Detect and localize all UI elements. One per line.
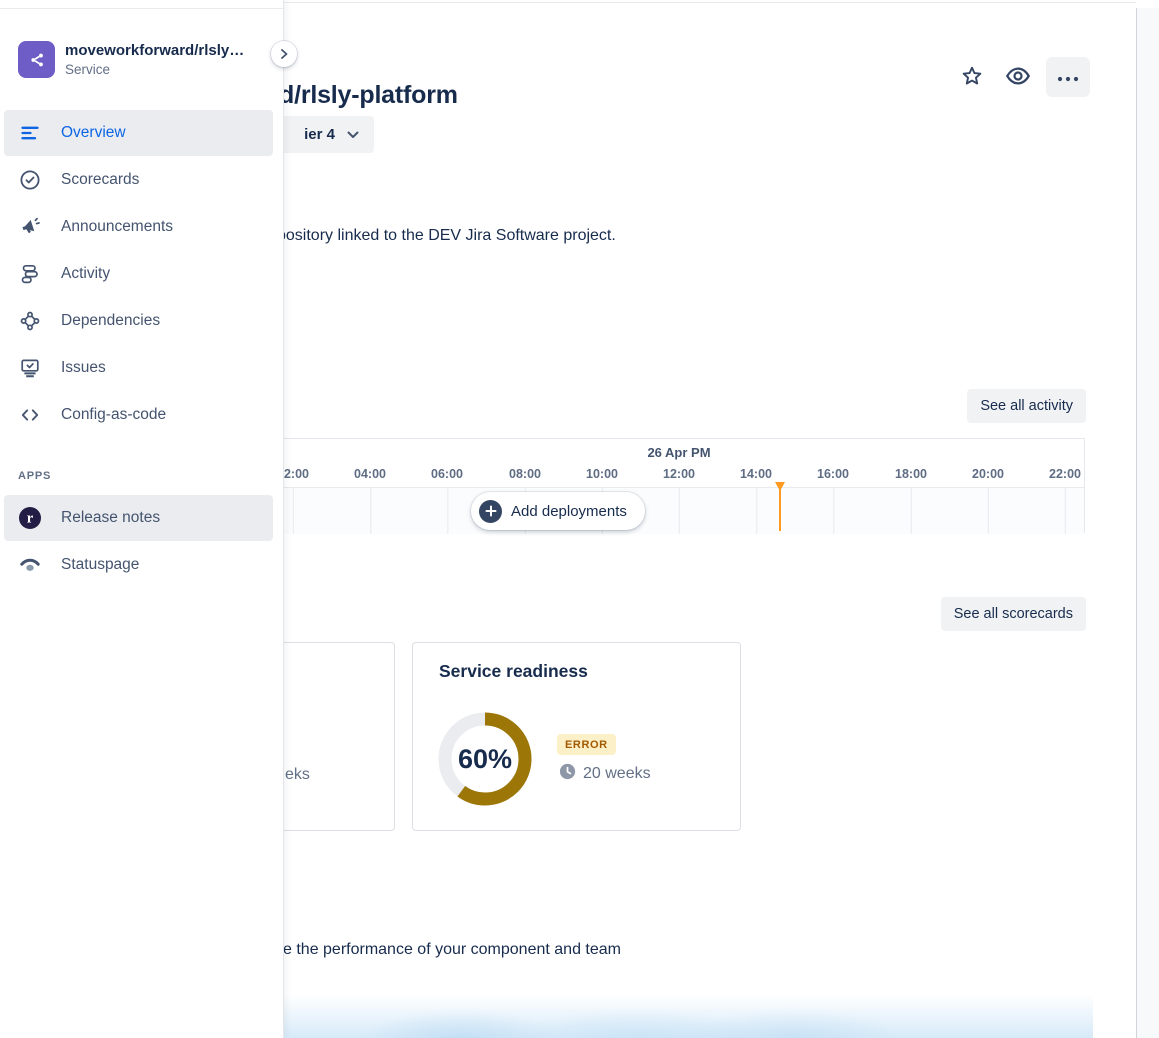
- apps-section-label: APPS: [18, 470, 51, 482]
- sidebar-item-announcements[interactable]: Announcements: [4, 204, 273, 250]
- sidebar-item-config-as-code[interactable]: Config-as-code: [4, 392, 273, 438]
- sidebar-item-label: Overview: [61, 124, 126, 142]
- deployment-timeline-panel: 26 Apr PM 02:00 04:00 06:00 08:00 10:00 …: [180, 438, 1085, 533]
- sidebar-header: moveworkforward/rlsly… Service: [18, 41, 244, 78]
- sidebar-item-overview[interactable]: Overview: [4, 110, 273, 156]
- sidebar-apps-nav: r Release notes Statuspage: [0, 494, 283, 589]
- status-badge: ERROR: [557, 734, 616, 755]
- overview-lines-icon: [18, 121, 42, 145]
- sidebar-item-release-notes[interactable]: r Release notes: [4, 495, 273, 541]
- add-deployments-button[interactable]: Add deployments: [471, 492, 645, 530]
- sidebar-item-label: Announcements: [61, 218, 173, 236]
- check-circle-icon: [18, 168, 42, 192]
- scorecard-card-service-readiness[interactable]: Service readiness 60% ERROR 20 weeks: [412, 642, 741, 831]
- plus-icon: [479, 500, 502, 523]
- sidebar-top-divider: [0, 8, 283, 9]
- sidebar-item-scorecards[interactable]: Scorecards: [4, 157, 273, 203]
- svg-text:r: r: [27, 511, 34, 527]
- sidebar-item-label: Statuspage: [61, 556, 139, 574]
- expand-sidebar-button[interactable]: [271, 41, 297, 67]
- timeline-tick: 14:00: [726, 467, 786, 481]
- megaphone-icon: [18, 215, 42, 239]
- watch-button[interactable]: [1000, 57, 1036, 97]
- component-name: moveworkforward/rlsly…: [65, 41, 244, 60]
- statuspage-signal-icon: [18, 553, 42, 577]
- code-brackets-icon: [18, 403, 42, 427]
- tier-label: ier 4: [304, 126, 335, 143]
- sidebar-item-label: Release notes: [61, 509, 160, 527]
- sidebar-item-label: Config-as-code: [61, 406, 166, 424]
- donut-percent-label: 60%: [437, 711, 533, 807]
- more-actions-button[interactable]: [1046, 57, 1090, 97]
- scorecard-age-row: 20 weeks: [559, 763, 651, 785]
- timeline-tick: 12:00: [649, 467, 709, 481]
- timeline-tick: 06:00: [417, 467, 477, 481]
- timeline-tick: 08:00: [495, 467, 555, 481]
- sidebar: moveworkforward/rlsly… Service Overview …: [0, 0, 284, 1038]
- component-description: pository linked to the DEV Jira Software…: [277, 227, 616, 245]
- scorecard-title: Service readiness: [439, 661, 588, 682]
- add-deployments-label: Add deployments: [511, 503, 627, 520]
- sidebar-item-label: Activity: [61, 265, 110, 283]
- sidebar-item-activity[interactable]: Activity: [4, 251, 273, 297]
- scorecard-age-fragment: eks: [285, 766, 310, 784]
- sidebar-nav: Overview Scorecards Announcements: [0, 109, 283, 439]
- more-ellipsis-icon: [1057, 70, 1079, 85]
- see-all-scorecards-button[interactable]: See all scorecards: [941, 597, 1086, 631]
- sidebar-item-label: Dependencies: [61, 312, 160, 330]
- readiness-donut-chart: 60%: [437, 711, 533, 807]
- dependency-nodes-icon: [18, 309, 42, 333]
- release-notes-r-icon: r: [18, 506, 42, 530]
- timeline-tick: 16:00: [803, 467, 863, 481]
- timeline-tick: 22:00: [1035, 467, 1095, 481]
- see-all-activity-button[interactable]: See all activity: [967, 389, 1086, 423]
- timeline-tick: 10:00: [572, 467, 632, 481]
- scorecard-age-label: 20 weeks: [583, 765, 651, 783]
- timeline-tick: 20:00: [958, 467, 1018, 481]
- timeline-tick: 04:00: [340, 467, 400, 481]
- chevron-down-icon: [347, 126, 359, 143]
- sidebar-item-label: Scorecards: [61, 171, 139, 189]
- clock-icon: [559, 763, 576, 785]
- sidebar-item-statuspage[interactable]: Statuspage: [4, 542, 273, 588]
- star-button[interactable]: [954, 57, 990, 97]
- sidebar-item-issues[interactable]: Issues: [4, 345, 273, 391]
- component-share-icon: [18, 41, 55, 78]
- timeline-tick: 18:00: [881, 467, 941, 481]
- header-actions: [954, 57, 1090, 97]
- metrics-description: e the performance of your component and …: [283, 941, 621, 959]
- sidebar-item-dependencies[interactable]: Dependencies: [4, 298, 273, 344]
- chevron-right-icon: [279, 47, 289, 62]
- sidebar-item-label: Issues: [61, 359, 106, 377]
- activity-pills-icon: [18, 262, 42, 286]
- page-title: d/rlsly-platform: [279, 81, 458, 110]
- metrics-illustration: [283, 985, 1093, 1038]
- component-type: Service: [65, 62, 244, 77]
- timeline-date-label: 26 Apr PM: [629, 445, 729, 460]
- right-rail: [1136, 8, 1159, 1038]
- monitor-check-icon: [18, 356, 42, 380]
- watch-eye-icon: [1004, 62, 1032, 93]
- star-icon: [960, 64, 984, 91]
